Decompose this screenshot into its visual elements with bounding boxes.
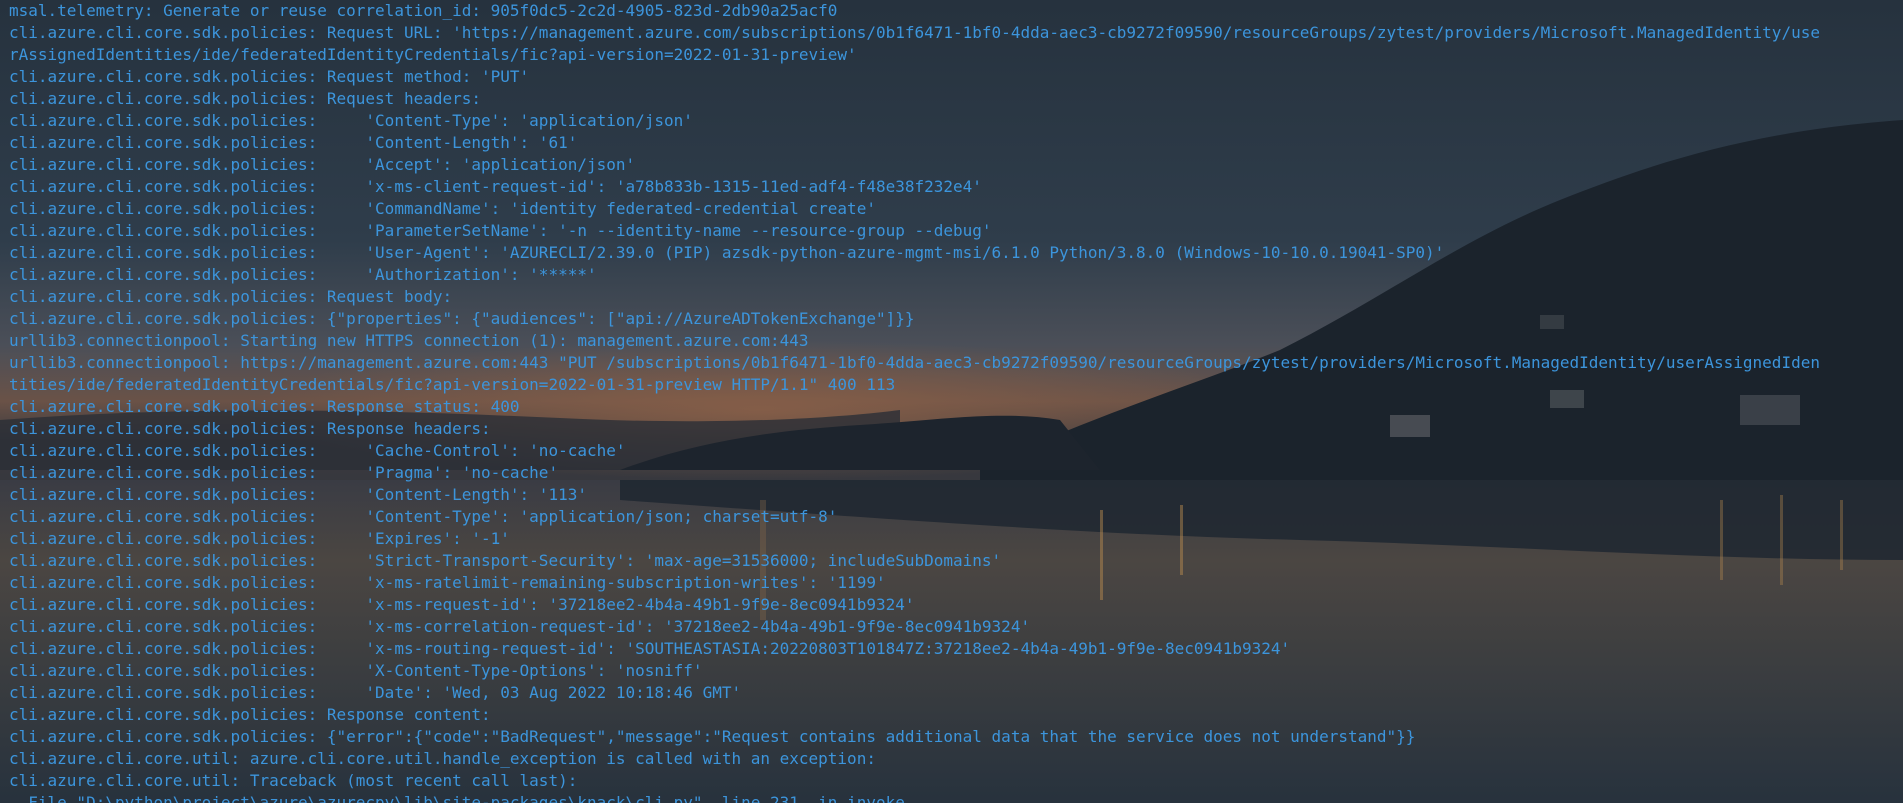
log-line: msal.telemetry: Generate or reuse correl… bbox=[9, 1, 838, 20]
log-line: cli.azure.cli.core.sdk.policies: 'Author… bbox=[9, 265, 597, 284]
log-line: urllib3.connectionpool: https://manageme… bbox=[9, 353, 1820, 372]
log-line: cli.azure.cli.core.sdk.policies: 'x-ms-c… bbox=[9, 177, 982, 196]
log-line: cli.azure.cli.core.sdk.policies: 'Conten… bbox=[9, 133, 578, 152]
log-line: cli.azure.cli.core.sdk.policies: 'Comman… bbox=[9, 199, 876, 218]
log-line: cli.azure.cli.core.sdk.policies: 'x-ms-r… bbox=[9, 595, 915, 614]
log-line: cli.azure.cli.core.sdk.policies: 'Conten… bbox=[9, 485, 587, 504]
log-line: cli.azure.cli.core.sdk.policies: 'Parame… bbox=[9, 221, 992, 240]
log-line: cli.azure.cli.core.sdk.policies: {"prope… bbox=[9, 309, 915, 328]
log-line: cli.azure.cli.core.sdk.policies: 'Strict… bbox=[9, 551, 1002, 570]
log-line: rAssignedIdentities/ide/federatedIdentit… bbox=[9, 45, 857, 64]
log-line: cli.azure.cli.core.sdk.policies: Request… bbox=[9, 67, 530, 86]
log-line: cli.azure.cli.core.sdk.policies: {"error… bbox=[9, 727, 1416, 746]
log-line: urllib3.connectionpool: Starting new HTT… bbox=[9, 331, 809, 350]
log-line: cli.azure.cli.core.sdk.policies: 'X-Cont… bbox=[9, 661, 703, 680]
log-line: cli.azure.cli.core.sdk.policies: Request… bbox=[9, 23, 1820, 42]
log-line: cli.azure.cli.core.sdk.policies: 'User-A… bbox=[9, 243, 1445, 262]
log-line: cli.azure.cli.core.sdk.policies: 'Expire… bbox=[9, 529, 510, 548]
log-line: cli.azure.cli.core.sdk.policies: Respons… bbox=[9, 419, 491, 438]
terminal-output: msal.telemetry: Generate or reuse correl… bbox=[0, 0, 1903, 803]
log-line: cli.azure.cli.core.sdk.policies: 'x-ms-r… bbox=[9, 573, 886, 592]
log-line: cli.azure.cli.core.sdk.policies: 'Cache-… bbox=[9, 441, 626, 460]
log-line: cli.azure.cli.core.sdk.policies: 'Conten… bbox=[9, 507, 838, 526]
log-line: cli.azure.cli.core.util: Traceback (most… bbox=[9, 771, 578, 790]
log-line: cli.azure.cli.core.sdk.policies: Respons… bbox=[9, 705, 491, 724]
log-line: cli.azure.cli.core.sdk.policies: 'x-ms-r… bbox=[9, 639, 1291, 658]
log-line: cli.azure.cli.core.util: azure.cli.core.… bbox=[9, 749, 876, 768]
log-line: cli.azure.cli.core.sdk.policies: Request… bbox=[9, 89, 482, 108]
log-line: cli.azure.cli.core.sdk.policies: 'x-ms-c… bbox=[9, 617, 1031, 636]
log-line: cli.azure.cli.core.sdk.policies: Respons… bbox=[9, 397, 520, 416]
log-line: cli.azure.cli.core.sdk.policies: 'Date':… bbox=[9, 683, 742, 702]
log-line: cli.azure.cli.core.sdk.policies: 'Pragma… bbox=[9, 463, 559, 482]
log-line: cli.azure.cli.core.sdk.policies: 'Conten… bbox=[9, 111, 693, 130]
log-line: tities/ide/federatedIdentityCredentials/… bbox=[9, 375, 896, 394]
log-line: File "D:\python\project\azure\azurecpy\l… bbox=[9, 793, 905, 803]
log-line: cli.azure.cli.core.sdk.policies: Request… bbox=[9, 287, 453, 306]
log-line: cli.azure.cli.core.sdk.policies: 'Accept… bbox=[9, 155, 636, 174]
